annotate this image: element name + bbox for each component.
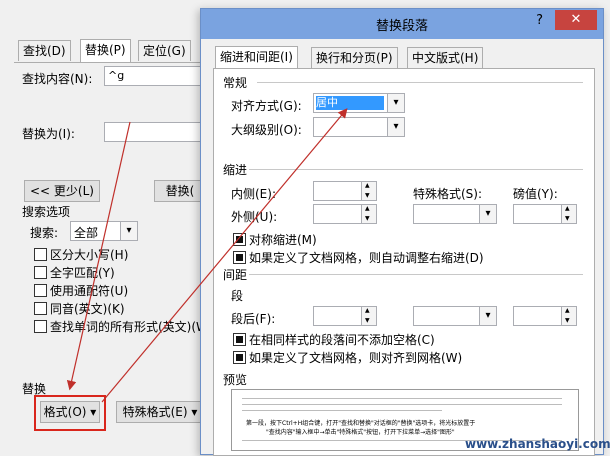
arrow-to-format xyxy=(66,121,131,391)
arrow-to-align xyxy=(101,108,348,403)
annotation-arrows xyxy=(66,108,348,403)
